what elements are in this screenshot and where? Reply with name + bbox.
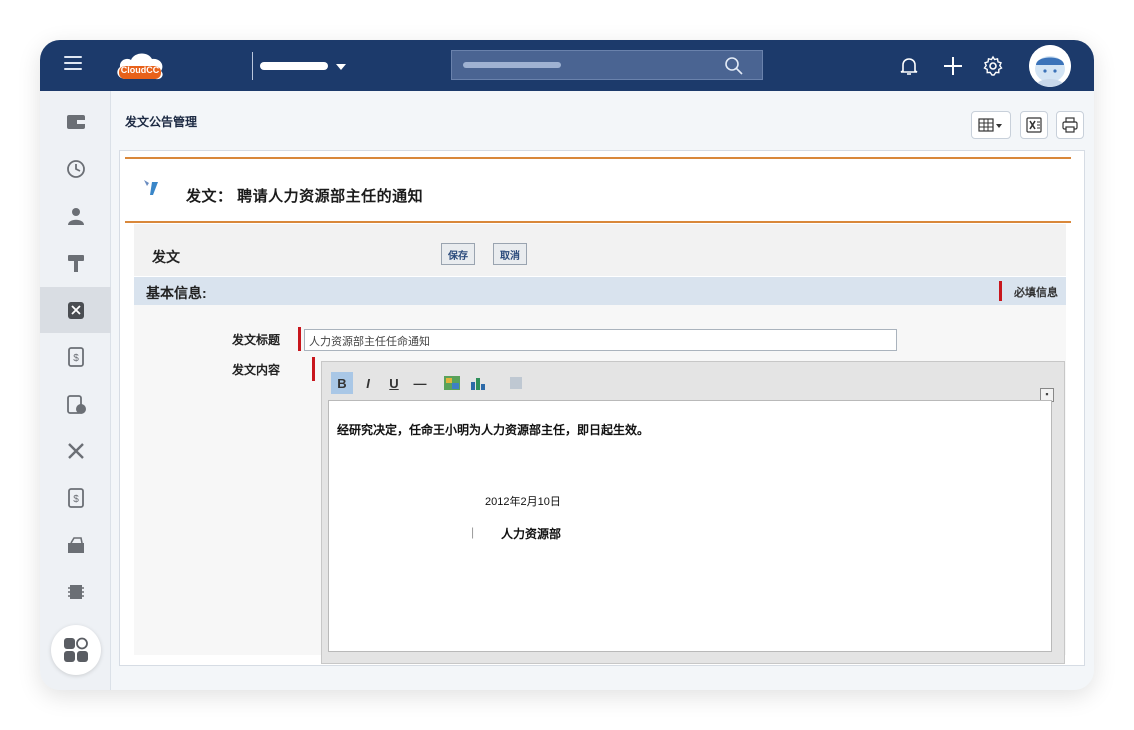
- hamburger-menu-icon[interactable]: [64, 56, 82, 74]
- required-indicator: [999, 281, 1002, 301]
- basic-info-label: 基本信息:: [146, 285, 207, 301]
- search-icon[interactable]: [724, 56, 744, 76]
- print-button[interactable]: [1056, 111, 1084, 139]
- sidebar-item-assets[interactable]: [40, 569, 111, 615]
- rich-text-editor: B I U — ▪ 经研究决定，任命王小明为人力资源部主任，即日起生效。 201…: [321, 361, 1065, 664]
- required-indicator: [312, 357, 315, 381]
- cancel-button[interactable]: 取消: [493, 243, 527, 265]
- sidebar-item-contacts[interactable]: [40, 193, 111, 239]
- purse-icon: [67, 537, 84, 553]
- print-icon: [1062, 117, 1078, 133]
- bell-icon[interactable]: [897, 54, 921, 78]
- edit-action-band: 发文 保存 取消: [134, 224, 1066, 276]
- table-view-button[interactable]: [971, 111, 1011, 139]
- body-date: 2012年2月10日: [485, 496, 561, 508]
- sidebar-item-purse[interactable]: [40, 522, 111, 568]
- app-window: CloudCC $ $ 发文公告管理 发文： 聘请人力资源部主任的通知 发文 保…: [40, 40, 1094, 690]
- chart-icon: [471, 378, 485, 390]
- sidebar-item-history[interactable]: [40, 146, 111, 192]
- plus-icon[interactable]: [941, 54, 965, 78]
- avatar-illustration: [1029, 45, 1071, 87]
- sidebar-item-billing[interactable]: $: [40, 475, 111, 521]
- app-name-placeholder: [260, 62, 328, 70]
- insert-media-button[interactable]: [505, 372, 527, 394]
- record-title: 发文： 聘请人力资源部主任的通知: [186, 188, 424, 205]
- basic-info-header: 基本信息: 必填信息: [134, 277, 1066, 305]
- sidebar-item-finance[interactable]: $: [40, 334, 111, 380]
- edit-section-label: 发文: [152, 249, 180, 265]
- editor-content-area[interactable]: 经研究决定，任命王小明为人力资源部主任，即日起生效。 2012年2月10日 | …: [328, 400, 1052, 652]
- history-clock-icon: [66, 160, 85, 178]
- global-search-input[interactable]: [451, 50, 763, 80]
- field-title-label: 发文标题: [232, 333, 281, 347]
- field-content-label: 发文内容: [232, 363, 281, 377]
- editor-toolbar: B I U —: [327, 368, 1027, 398]
- table-view-icon: [978, 118, 1002, 132]
- media-icon: [510, 377, 522, 389]
- image-icon: [444, 376, 460, 390]
- tools-badge-icon: [67, 302, 84, 319]
- sidebar-item-service[interactable]: [40, 428, 111, 474]
- cloudcc-logo[interactable]: CloudCC: [114, 49, 166, 83]
- chip-icon: [67, 585, 84, 599]
- app-switcher-dropdown[interactable]: [260, 58, 356, 74]
- body-signature: 人力资源部: [501, 527, 562, 541]
- app-grid-icon: [64, 637, 88, 662]
- app-launcher-button[interactable]: [51, 625, 101, 675]
- user-avatar-icon[interactable]: [1029, 45, 1071, 87]
- insert-table-button[interactable]: [467, 372, 489, 394]
- accent-divider: [125, 157, 1071, 159]
- sidebar-item-wallet[interactable]: [40, 99, 111, 145]
- text-cursor: |: [471, 525, 475, 539]
- excel-export-button[interactable]: [1020, 111, 1048, 139]
- announcement-icon: [144, 180, 158, 195]
- body-paragraph: 经研究决定，任命王小明为人力资源部主任，即日起生效。: [337, 423, 650, 437]
- svg-text:$: $: [73, 494, 79, 505]
- logo-text: CloudCC: [120, 65, 160, 75]
- title-input[interactable]: 人力资源部主任任命通知: [304, 329, 897, 351]
- hammer-icon: [67, 255, 84, 272]
- dollar-document-icon: $: [67, 488, 84, 508]
- top-navigation-bar: CloudCC: [40, 40, 1094, 91]
- chevron-down-icon: [336, 64, 346, 70]
- sidebar-item-announcements[interactable]: [40, 287, 111, 333]
- underline-button[interactable]: U: [383, 372, 405, 394]
- dollar-document-icon: $: [67, 347, 84, 367]
- left-sidebar: $ $: [40, 91, 111, 690]
- search-placeholder: [463, 62, 561, 68]
- sidebar-item-tools[interactable]: [40, 240, 111, 286]
- clipboard-settings-icon: [66, 395, 86, 414]
- person-icon: [67, 208, 84, 225]
- sidebar-item-schedule[interactable]: [40, 381, 111, 427]
- svg-text:$: $: [73, 353, 79, 364]
- italic-button[interactable]: I: [357, 372, 379, 394]
- wallet-icon: [66, 115, 85, 129]
- record-panel: 发文： 聘请人力资源部主任的通知 发文 保存 取消 基本信息: 必填信息 发文标…: [119, 150, 1085, 666]
- bold-button[interactable]: B: [331, 372, 353, 394]
- main-content: 发文公告管理 发文： 聘请人力资源部主任的通知 发文 保存 取消 基本信息: 必…: [111, 91, 1094, 690]
- wrench-screwdriver-icon: [67, 443, 84, 459]
- topbar-divider: [252, 52, 253, 80]
- save-button[interactable]: 保存: [441, 243, 475, 265]
- required-indicator: [298, 327, 301, 351]
- accent-divider: [125, 221, 1071, 223]
- gear-icon[interactable]: [981, 54, 1005, 78]
- page-title: 发文公告管理: [125, 115, 198, 129]
- excel-export-icon: [1026, 117, 1042, 133]
- horizontal-rule-button[interactable]: —: [409, 372, 431, 394]
- required-note: 必填信息: [1014, 287, 1058, 299]
- insert-image-button[interactable]: [441, 372, 463, 394]
